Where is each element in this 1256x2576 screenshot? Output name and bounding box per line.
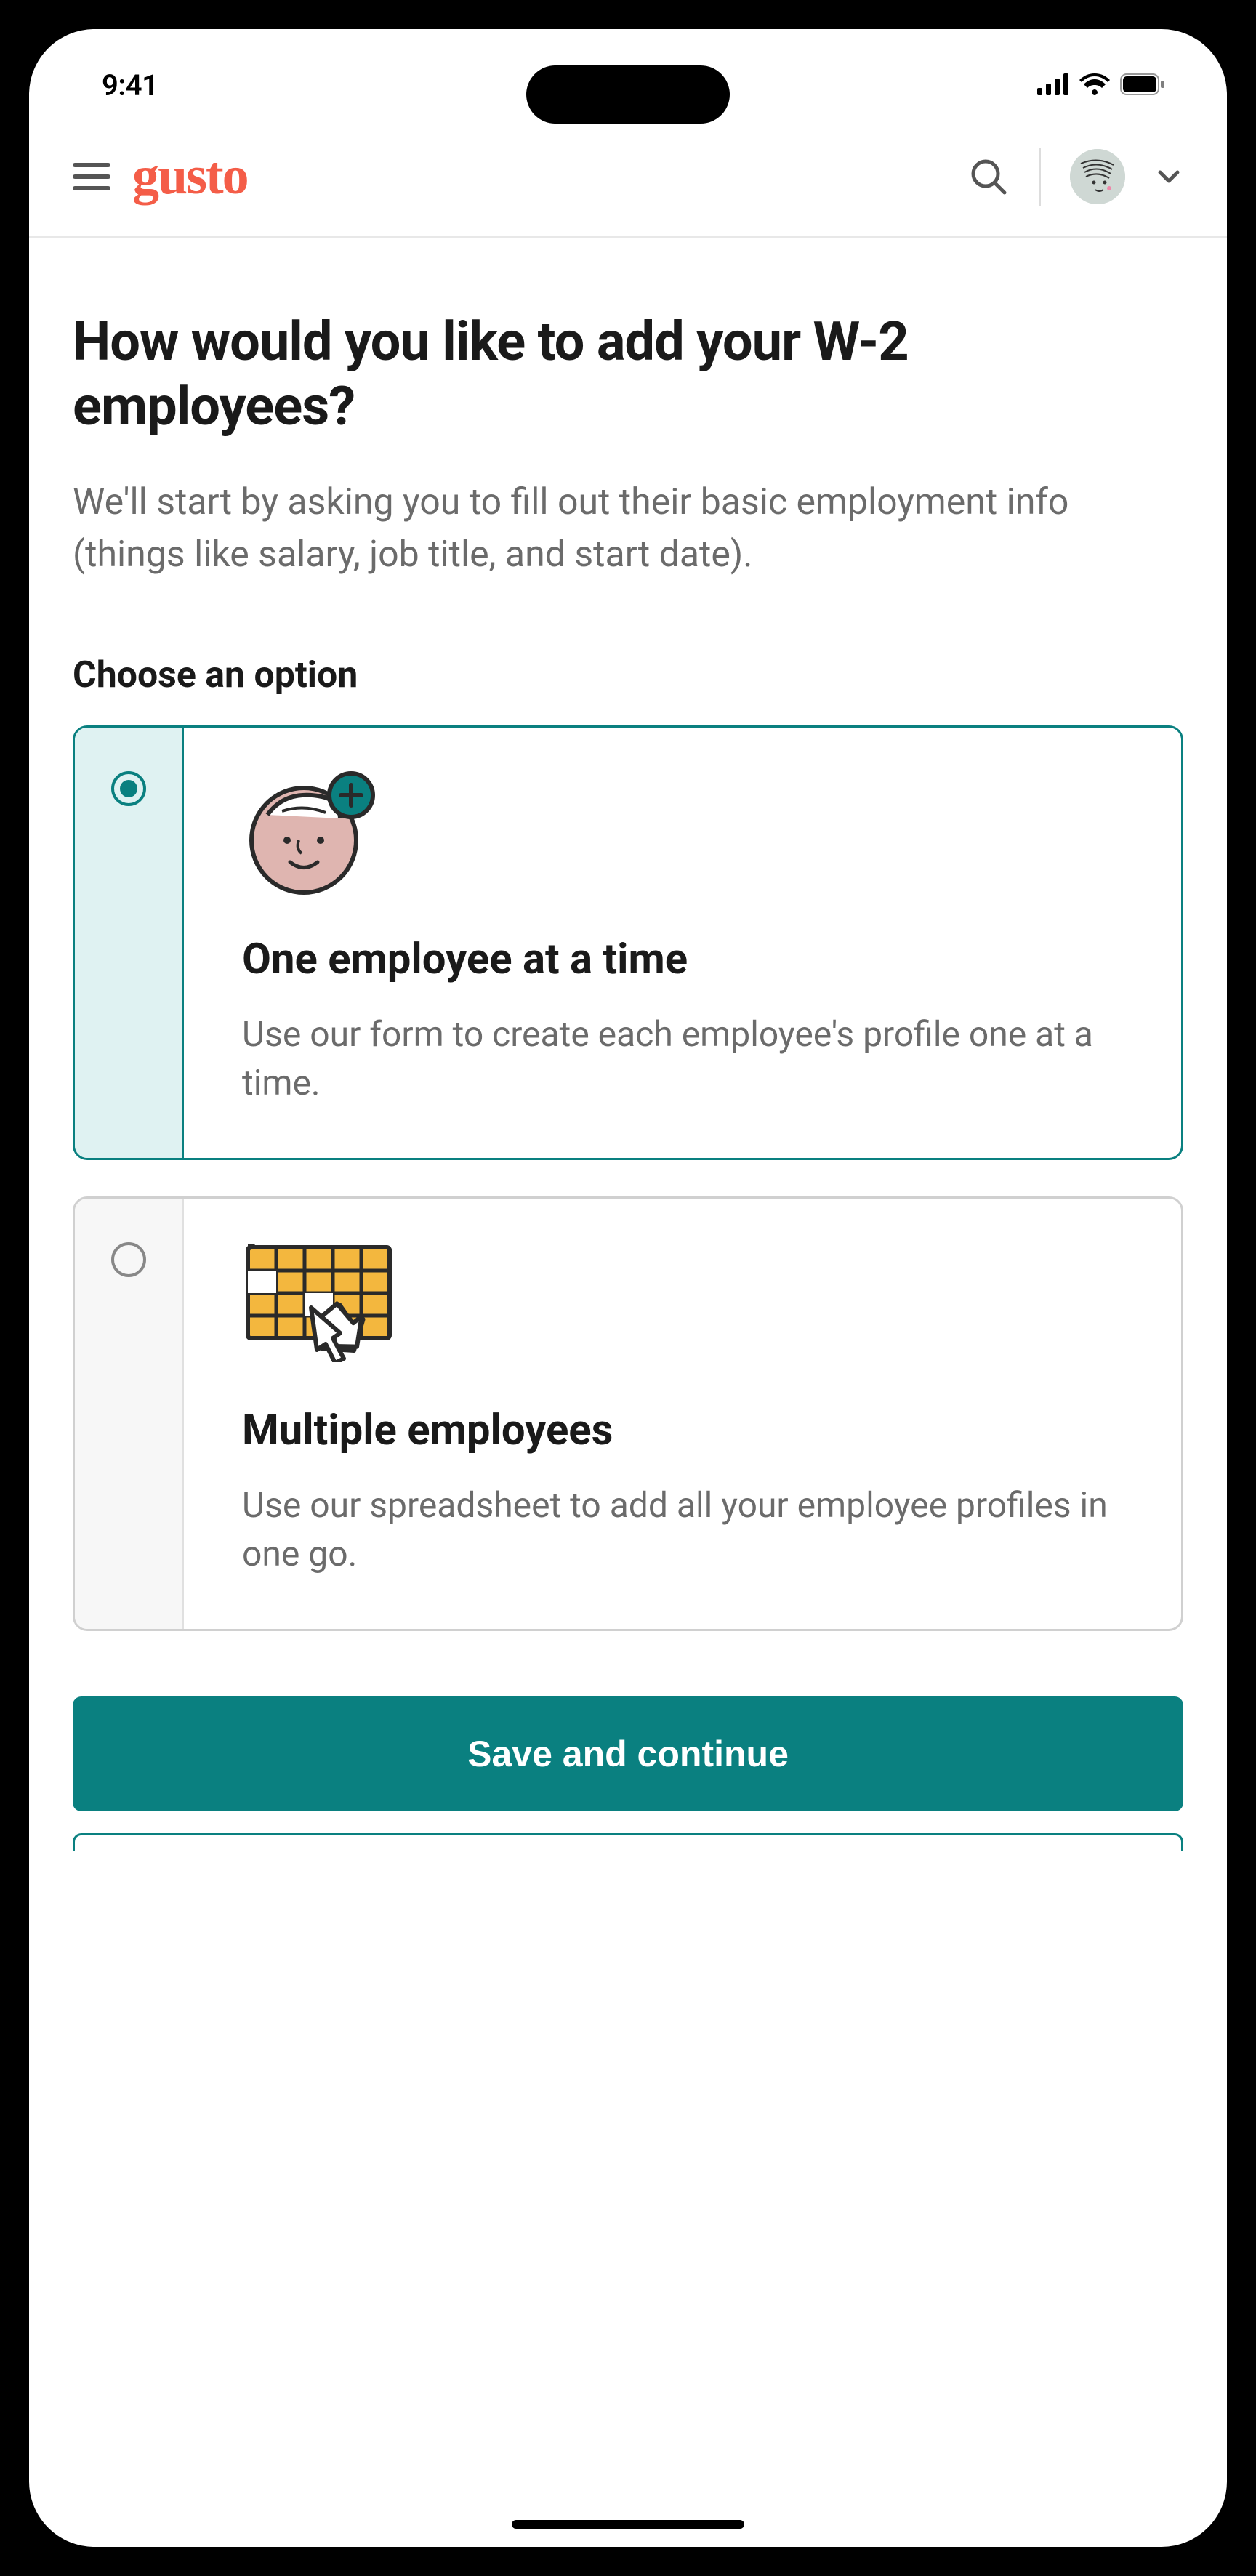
option-one-employee[interactable]: One employee at a time Use our form to c…: [73, 725, 1183, 1160]
app-header: gusto: [29, 124, 1227, 238]
status-icons: [1037, 73, 1165, 98]
header-divider: [1039, 148, 1041, 206]
option-radio-column: [75, 1199, 184, 1629]
radio-one-employee[interactable]: [111, 771, 146, 806]
option-title: One employee at a time: [242, 935, 1130, 984]
option-radio-column: [75, 728, 184, 1158]
phone-frame: 9:41 gusto: [0, 0, 1256, 2576]
home-indicator[interactable]: [512, 2520, 744, 2529]
save-and-continue-button[interactable]: Save and continue: [73, 1696, 1183, 1811]
option-description: Use our spreadsheet to add all your empl…: [242, 1481, 1130, 1578]
account-menu-toggle[interactable]: [1154, 162, 1183, 191]
section-label: Choose an option: [73, 654, 1183, 696]
person-add-icon: [242, 768, 1130, 898]
page-description: We'll start by asking you to fill out th…: [73, 476, 1183, 581]
option-description: Use our form to create each employee's p…: [242, 1010, 1130, 1107]
next-section-peek: [73, 1833, 1183, 1851]
option-multiple-employees[interactable]: Multiple employees Use our spreadsheet t…: [73, 1196, 1183, 1631]
battery-icon: [1120, 73, 1165, 98]
chevron-down-icon: [1154, 162, 1183, 191]
avatar-icon: [1070, 149, 1125, 204]
main-content: How would you like to add your W-2 emplo…: [29, 238, 1227, 2547]
option-title: Multiple employees: [242, 1406, 1130, 1455]
search-button[interactable]: [967, 155, 1010, 198]
cellular-icon: [1037, 73, 1069, 98]
page-title: How would you like to add your W-2 emplo…: [73, 310, 1183, 440]
phone-screen: 9:41 gusto: [29, 29, 1227, 2547]
dynamic-island: [526, 65, 730, 124]
search-icon: [968, 156, 1009, 197]
status-time: 9:41: [102, 68, 158, 102]
menu-button[interactable]: [73, 158, 110, 196]
gusto-logo: gusto: [132, 145, 945, 207]
avatar-button[interactable]: [1070, 149, 1125, 204]
radio-multiple-employees[interactable]: [111, 1242, 146, 1277]
wifi-icon: [1079, 73, 1110, 98]
spreadsheet-icon: [242, 1239, 1130, 1369]
